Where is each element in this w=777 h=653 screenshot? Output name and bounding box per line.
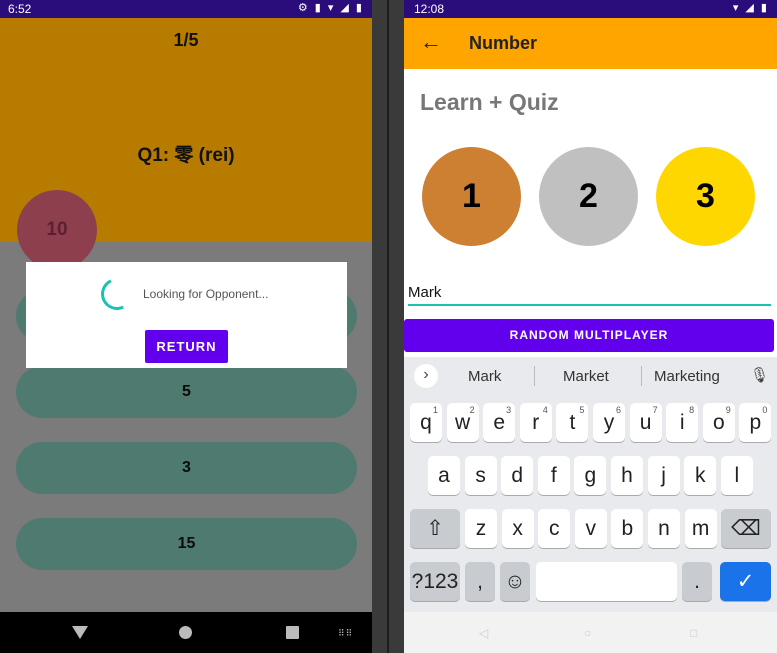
app-bar-title: Number [469,33,538,53]
key-z[interactable]: z [465,509,497,548]
back-nav-icon[interactable] [72,626,88,639]
status-icons: ▾ ◢ ▮ [732,2,769,14]
enter-key-icon[interactable]: ✓ [720,562,771,601]
key-l[interactable]: l [720,456,753,495]
status-time: 12:08 [414,2,445,16]
suggestion-strip: › Mark Market Marketing 🎙 [404,357,777,395]
key-r[interactable]: r4 [519,403,552,442]
status-icons: ⚙ ▮ ▾ ◢ ▮ [297,2,364,14]
question-text: Q1: 零 (rei) [137,145,235,166]
key-e[interactable]: e3 [483,403,516,442]
key-t[interactable]: t5 [556,403,589,442]
return-button[interactable]: RETURN [145,330,228,363]
keyboard: › Mark Market Marketing 🎙 q1w2e3r4t5y6u7… [404,357,777,612]
keyboard-switch-icon[interactable]: ⠿⠿ [338,628,353,639]
key-a[interactable]: a [428,456,460,495]
key-d[interactable]: d [501,456,534,495]
divider [534,366,535,386]
key-b[interactable]: b [611,509,644,548]
divider [641,366,642,386]
level-circle[interactable]: 2 [539,147,638,246]
chevron-right-icon[interactable]: › [414,364,438,388]
key-g[interactable]: g [574,456,607,495]
random-multiplayer-button[interactable]: RANDOM MULTIPLAYER [404,319,774,352]
back-nav-icon[interactable]: ◁ [479,626,488,640]
status-bar: 12:08 ▾ ◢ ▮ [404,0,777,18]
left-phone: 6:52 ⚙ ▮ ▾ ◢ ▮ 1/5 Q1: 零 (rei) 10 1 5 3 … [0,0,372,653]
dialog-message: Looking for Opponent... [143,287,269,301]
status-time: 6:52 [8,2,32,16]
answer-button[interactable]: 3 [16,442,357,494]
key-v[interactable]: v [574,509,607,548]
key-i[interactable]: i8 [666,403,699,442]
key-y[interactable]: y6 [593,403,625,442]
key-u[interactable]: u7 [629,403,662,442]
recents-nav-icon[interactable]: □ [690,626,697,640]
key-s[interactable]: s [464,456,497,495]
right-phone: 12:08 ▾ ◢ ▮ ← Number Learn + Quiz 1 2 3 … [404,0,777,653]
key-k[interactable]: k [684,456,717,495]
loading-spinner-icon [96,273,138,315]
answer-button[interactable]: 5 [16,366,357,418]
symbols-key[interactable]: ?123 [410,562,460,601]
emoji-key-icon[interactable]: ☺ [500,562,530,601]
suggestion[interactable]: Market [563,368,609,385]
navigation-bar: ◁ ○ □ [404,612,777,653]
backspace-key-icon[interactable]: ⌫ [721,509,771,548]
suggestion[interactable]: Marketing [654,368,720,385]
period-key[interactable]: . [682,562,712,601]
question-counter: 1/5 [173,30,199,50]
app-bar: ← Number [404,18,777,69]
key-h[interactable]: h [611,456,643,495]
level-circle[interactable]: 3 [656,147,755,246]
key-n[interactable]: n [648,509,680,548]
key-f[interactable]: f [537,456,570,495]
recents-nav-icon[interactable] [286,626,299,639]
key-q[interactable]: q1 [410,403,442,442]
status-bar: 6:52 ⚙ ▮ ▾ ◢ ▮ [0,0,372,18]
key-c[interactable]: c [538,509,571,548]
key-m[interactable]: m [684,509,717,548]
key-o[interactable]: o9 [702,403,735,442]
back-arrow-icon[interactable]: ← [420,30,442,54]
shift-key-icon[interactable]: ⇧ [410,509,460,548]
timer-badge: 10 [17,190,97,270]
navigation-bar: ⠿⠿ [0,612,372,653]
space-key[interactable] [536,562,677,601]
home-nav-icon[interactable] [179,626,192,639]
key-j[interactable]: j [647,456,680,495]
home-nav-icon[interactable]: ○ [584,626,591,640]
device-divider [372,0,404,653]
mic-icon[interactable]: 🎙 [750,366,769,384]
answer-button[interactable]: 15 [16,518,357,570]
page-heading: Learn + Quiz [420,89,559,115]
key-p[interactable]: p0 [739,403,772,442]
matchmaking-dialog: Looking for Opponent... RETURN [26,262,347,368]
level-circle[interactable]: 1 [422,147,521,246]
name-input[interactable]: Mark [408,284,771,306]
key-w[interactable]: w2 [446,403,479,442]
key-x[interactable]: x [501,509,534,548]
comma-key[interactable]: , [465,562,495,601]
suggestion[interactable]: Mark [468,368,501,385]
